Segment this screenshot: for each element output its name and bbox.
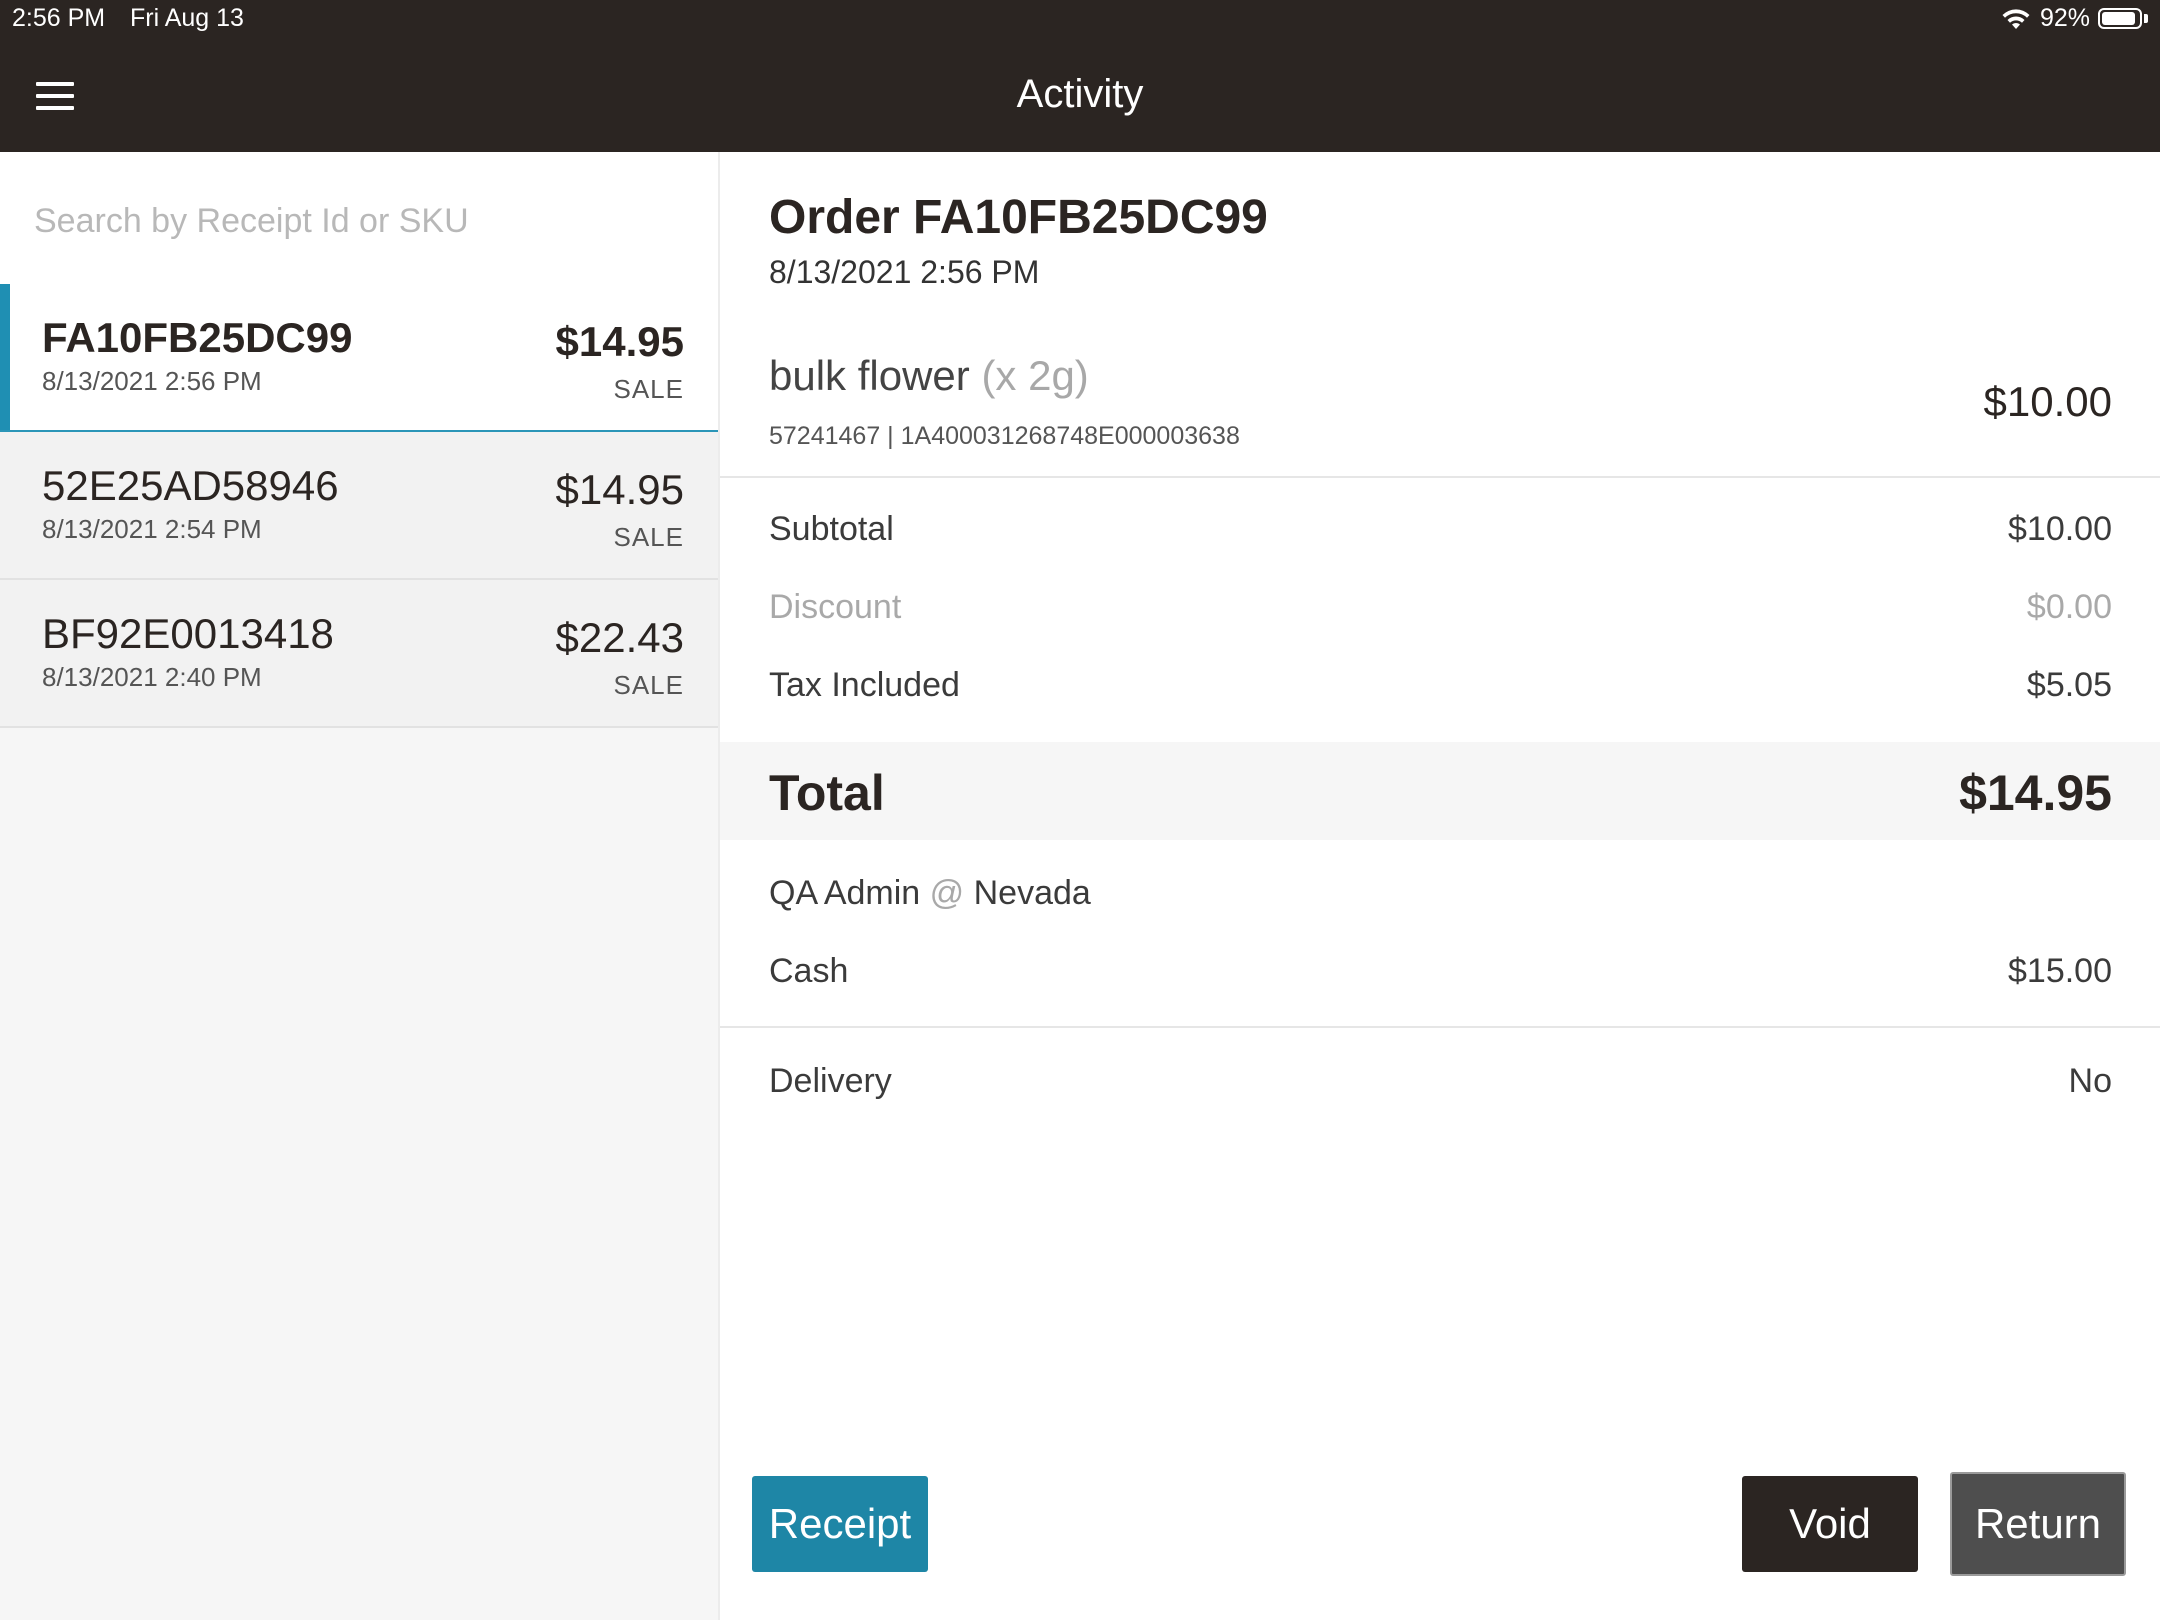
return-button[interactable]: Return: [1950, 1472, 2126, 1576]
item-sku-meta: 57241467 | 1A400031268748E000003638: [769, 422, 1240, 450]
receipt-row-selected[interactable]: FA10FB25DC99 8/13/2021 2:56 PM $14.95 SA…: [0, 284, 718, 432]
item-price: $10.00: [1983, 378, 2112, 425]
tax-label: Tax Included: [769, 666, 960, 704]
total-value: $14.95: [1959, 765, 2112, 821]
order-line-item: bulk flower (x 2g) 57241467 | 1A40003126…: [720, 332, 2160, 478]
tax-value: $5.05: [2026, 666, 2112, 704]
search-bar: [0, 152, 718, 284]
payment-amount: $15.00: [2008, 952, 2112, 990]
payment-row: Cash $15.00: [769, 952, 2112, 1002]
discount-row: Discount $0.00: [769, 588, 2112, 638]
receipt-list: FA10FB25DC99 8/13/2021 2:56 PM $14.95 SA…: [0, 284, 718, 728]
receipt-id: BF92E0013418: [42, 610, 334, 657]
receipt-type: SALE: [613, 522, 684, 552]
employee-location-row: QA Admin @ Nevada: [769, 874, 2112, 924]
void-button[interactable]: Void: [1742, 1476, 1918, 1572]
item-name-line: bulk flower (x 2g): [769, 352, 1089, 400]
top-bar: 2:56 PM Fri Aug 13 92% Activity: [0, 0, 2160, 152]
search-input[interactable]: [32, 194, 696, 248]
at-sign: @: [929, 874, 965, 912]
order-title: Order FA10FB25DC99: [769, 191, 1268, 244]
receipt-type: SALE: [613, 670, 684, 700]
employee-location: QA Admin @ Nevada: [769, 874, 1091, 913]
subtotal-row: Subtotal $10.00: [769, 510, 2112, 560]
subtotal-value: $10.00: [2008, 510, 2112, 548]
item-quantity: (x 2g): [981, 352, 1089, 399]
receipt-datetime: 8/13/2021 2:40 PM: [42, 662, 262, 692]
status-indicators: 92%: [2000, 4, 2148, 33]
receipt-button[interactable]: Receipt: [752, 1476, 928, 1572]
discount-value: $0.00: [2026, 588, 2112, 626]
battery-icon: [2098, 8, 2142, 29]
subtotal-label: Subtotal: [769, 510, 894, 548]
status-date: Fri Aug 13: [130, 4, 244, 32]
receipt-type: SALE: [613, 374, 684, 404]
status-time: 2:56 PM: [12, 4, 106, 32]
wifi-icon: [2002, 8, 2030, 29]
receipt-row[interactable]: 52E25AD58946 8/13/2021 2:54 PM $14.95 SA…: [0, 432, 718, 580]
payment-method: Cash: [769, 952, 849, 990]
receipt-row[interactable]: BF92E0013418 8/13/2021 2:40 PM $22.43 SA…: [0, 580, 718, 728]
delivery-label: Delivery: [769, 1062, 892, 1100]
employee-name: QA Admin: [769, 874, 921, 912]
discount-label: Discount: [769, 588, 902, 626]
total-row: Total $14.95: [720, 742, 2160, 840]
order-datetime: 8/13/2021 2:56 PM: [769, 254, 1040, 290]
page-title: Activity: [1016, 72, 1144, 116]
total-label: Total: [769, 765, 885, 821]
receipt-amount: $14.95: [555, 466, 684, 513]
receipt-id: FA10FB25DC99: [42, 314, 353, 361]
order-detail-panel: Order FA10FB25DC99 8/13/2021 2:56 PM bul…: [720, 152, 2160, 1620]
item-name: bulk flower: [769, 352, 970, 399]
receipt-list-panel: FA10FB25DC99 8/13/2021 2:56 PM $14.95 SA…: [0, 152, 720, 1620]
battery-tip: [2144, 14, 2148, 23]
receipt-amount: $22.43: [555, 614, 684, 661]
tax-row: Tax Included $5.05: [769, 666, 2112, 716]
delivery-row: Delivery No: [769, 1062, 2112, 1112]
receipt-datetime: 8/13/2021 2:54 PM: [42, 514, 262, 544]
battery-percent: 92%: [2039, 4, 2090, 32]
delivery-value: No: [2068, 1062, 2112, 1100]
section-divider: [720, 1026, 2160, 1028]
receipt-datetime: 8/13/2021 2:56 PM: [42, 366, 262, 396]
receipt-id: 52E25AD58946: [42, 462, 339, 509]
receipt-amount: $14.95: [555, 318, 684, 365]
store-location: Nevada: [973, 874, 1091, 912]
